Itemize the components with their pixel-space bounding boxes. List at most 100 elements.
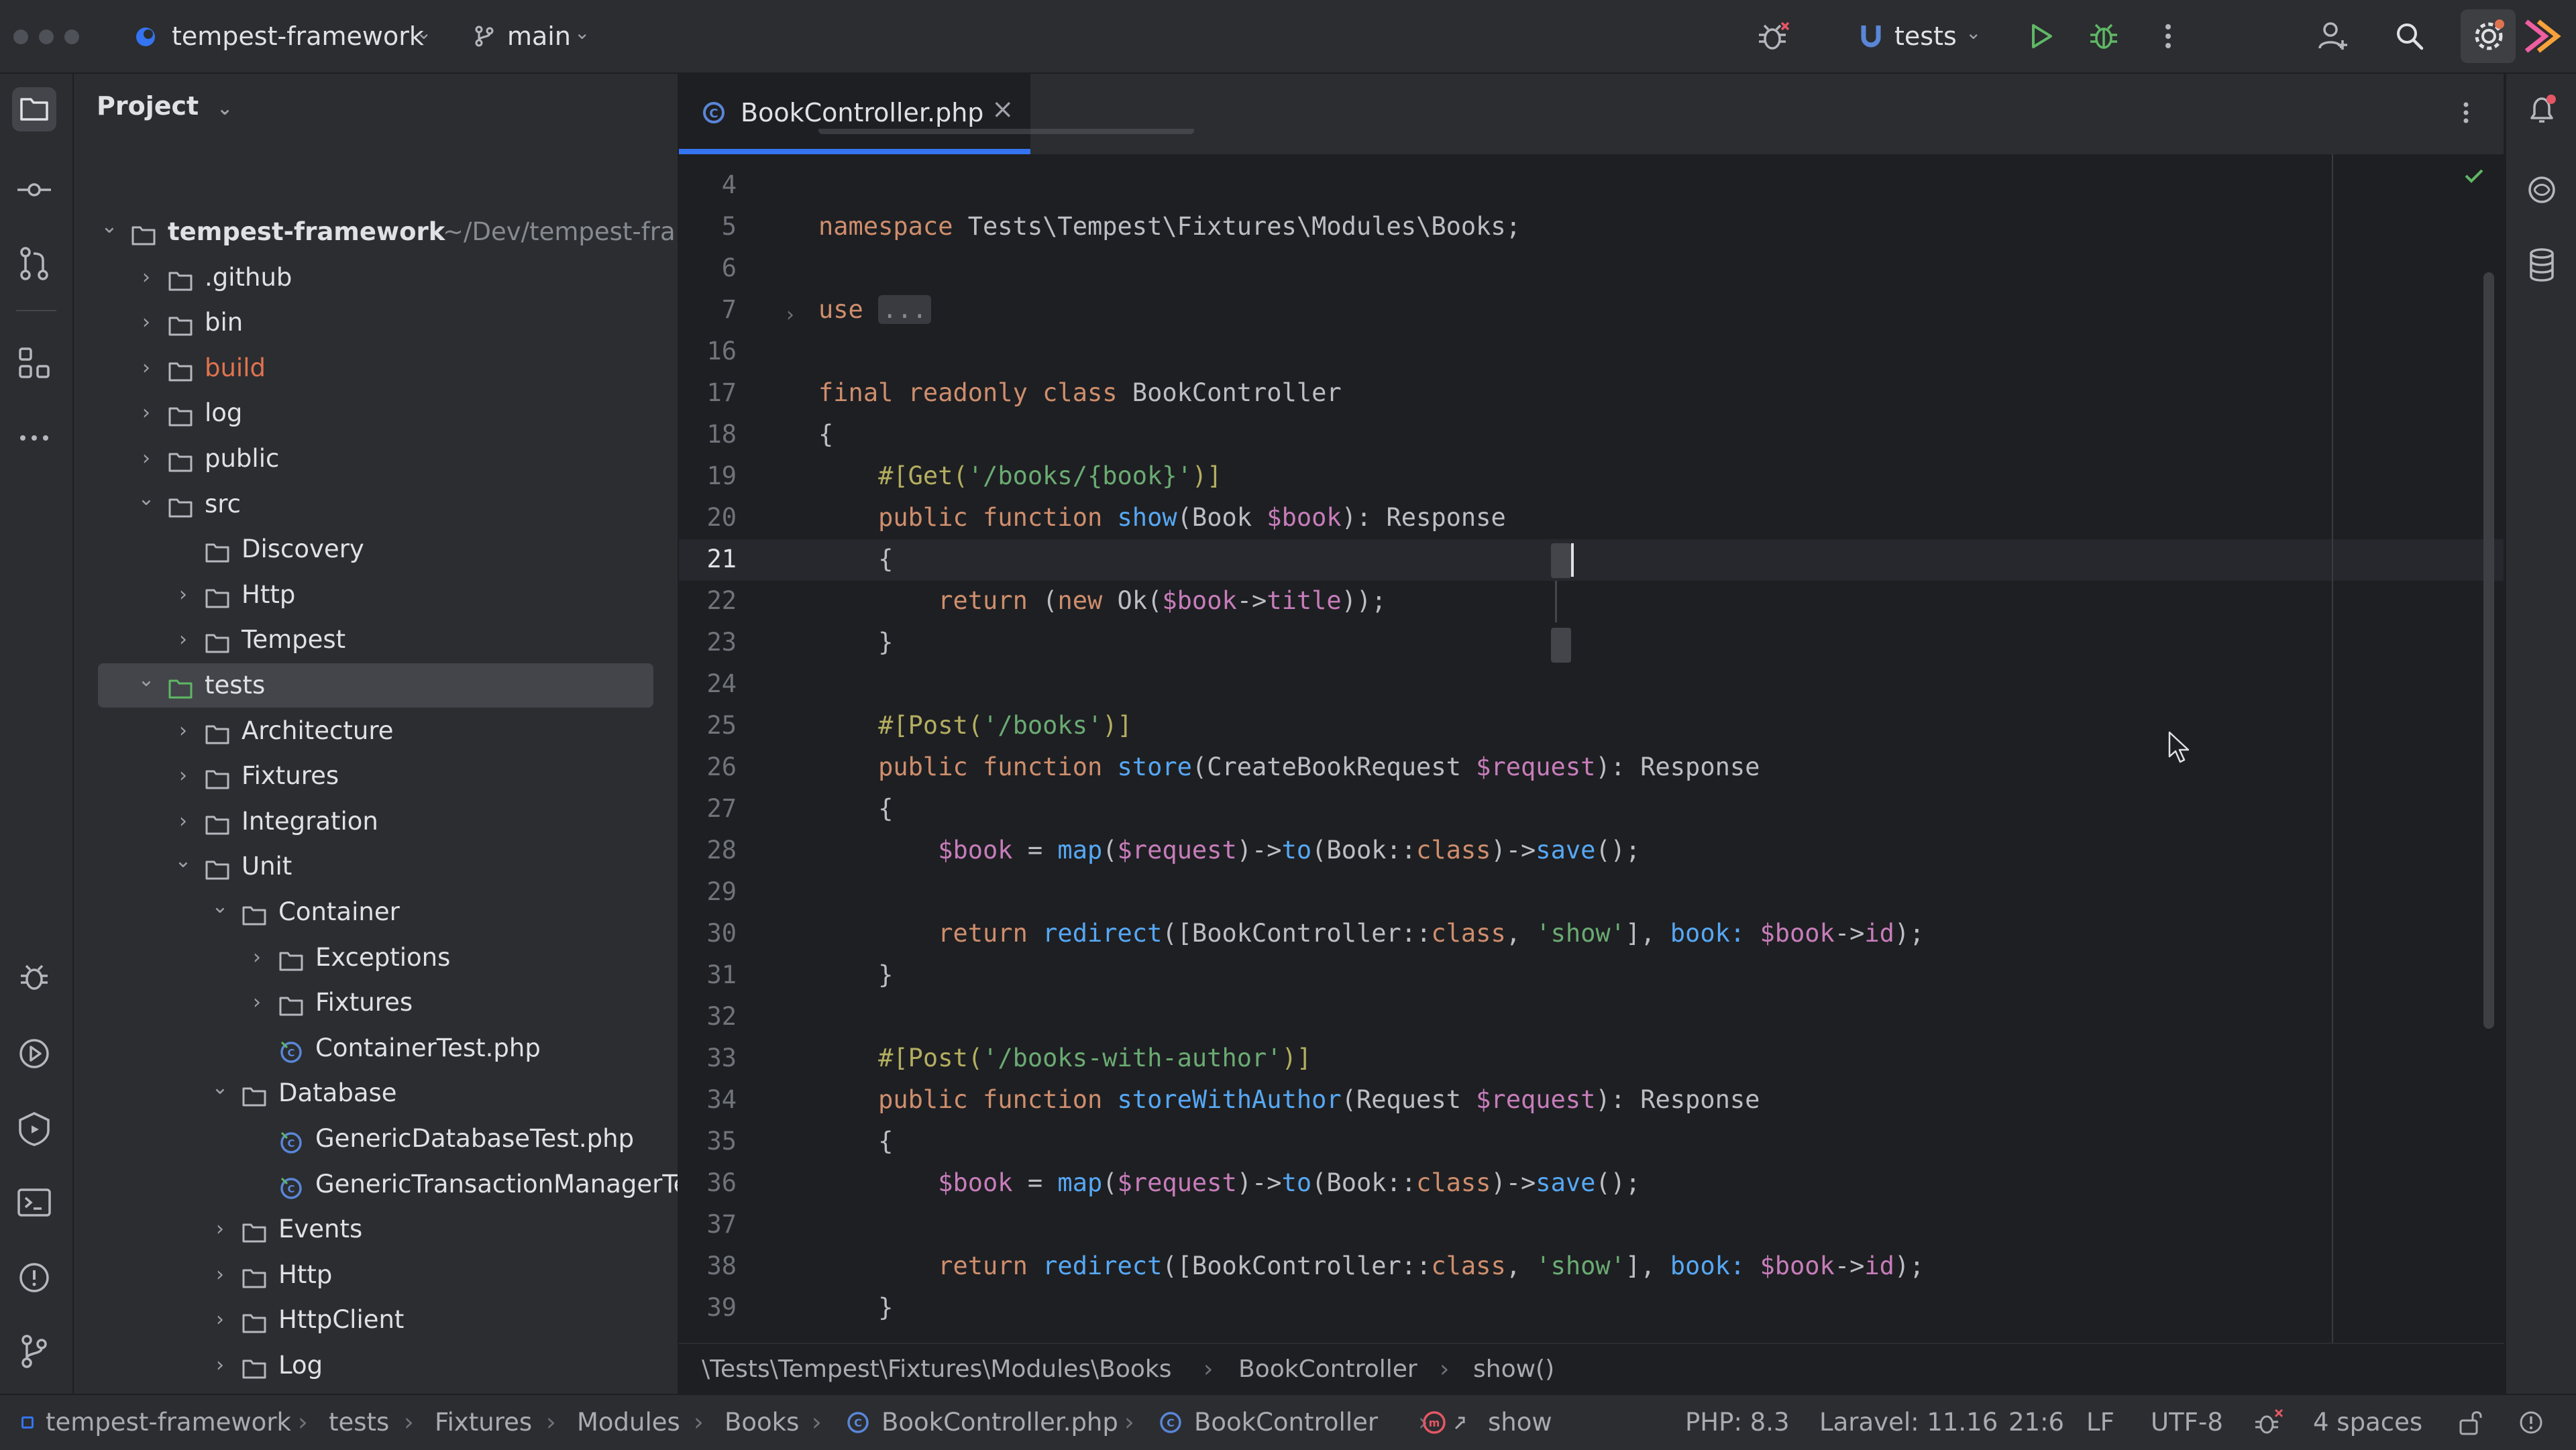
- problems-icon[interactable]: [12, 1256, 56, 1300]
- tree-item[interactable]: ⌄ tests: [74, 663, 678, 708]
- chevron-down-icon[interactable]: ⌄: [209, 890, 231, 934]
- tree-item[interactable]: › HttpClient: [74, 1298, 678, 1342]
- editor-scrollbar[interactable]: [2483, 272, 2494, 1029]
- tree-item[interactable]: ⌄ Unit: [74, 844, 678, 889]
- more-actions-icon[interactable]: [2148, 16, 2188, 56]
- chevron-right-icon[interactable]: ›: [135, 391, 158, 435]
- database-icon[interactable]: [2520, 243, 2564, 287]
- chevron-right-icon[interactable]: ›: [209, 1343, 231, 1388]
- project-switcher[interactable]: tempest-framework ⌄: [131, 16, 440, 56]
- chevron-right-icon[interactable]: ›: [135, 437, 158, 481]
- tree-item[interactable]: ⌄ src: [74, 482, 678, 526]
- close-tab-icon[interactable]: ×: [991, 94, 1014, 125]
- tree-item[interactable]: › log: [74, 391, 678, 435]
- tree-item[interactable]: › Tempest: [74, 618, 678, 662]
- status-path-item[interactable]: tempest-framework: [46, 1395, 291, 1450]
- run-config-selector[interactable]: tests ⌄: [1853, 16, 1994, 56]
- tree-item[interactable]: › Mapper: [74, 1389, 678, 1394]
- chevron-right-icon[interactable]: ›: [209, 1389, 231, 1394]
- laravel-version[interactable]: Laravel: 11.16: [1819, 1395, 1998, 1450]
- file-encoding[interactable]: UTF-8: [2151, 1395, 2223, 1450]
- project-folder-icon[interactable]: [12, 87, 56, 131]
- readonly-lock-icon[interactable]: [2455, 1407, 2486, 1438]
- project-panel-header[interactable]: Project ⌄: [97, 91, 233, 121]
- tree-item[interactable]: ⌄ Database: [74, 1071, 678, 1115]
- tree-item[interactable]: Discovery: [74, 527, 678, 571]
- chevron-right-icon[interactable]: ›: [209, 1207, 231, 1251]
- window-zoom-dot[interactable]: [64, 30, 79, 44]
- tree-item[interactable]: › build: [74, 346, 678, 390]
- breadcrumb-namespace[interactable]: \Tests\Tempest\Fixtures\Modules\Books: [702, 1344, 1172, 1394]
- chevron-right-icon[interactable]: ›: [246, 936, 268, 980]
- run-tool-icon[interactable]: [12, 1031, 56, 1076]
- window-close-dot[interactable]: [13, 30, 28, 44]
- chevron-right-icon[interactable]: ›: [209, 1253, 231, 1297]
- tree-item[interactable]: › Architecture: [74, 709, 678, 753]
- tree-item[interactable]: › public: [74, 437, 678, 481]
- tree-item[interactable]: ⌄ tempest-framework~/Dev/tempest-frame: [74, 210, 678, 254]
- status-path-item[interactable]: BookController: [1194, 1395, 1378, 1450]
- php-version[interactable]: PHP: 8.3: [1685, 1395, 1790, 1450]
- breadcrumb-method[interactable]: show(): [1473, 1344, 1554, 1394]
- chevron-right-icon[interactable]: ›: [172, 573, 195, 617]
- tree-item[interactable]: › Fixtures: [74, 981, 678, 1025]
- chevron-down-icon[interactable]: ⌄: [135, 482, 158, 526]
- caret-position[interactable]: 21:6: [2008, 1395, 2064, 1450]
- search-icon[interactable]: [2390, 16, 2430, 56]
- debug-bug-icon[interactable]: [1754, 16, 1794, 56]
- tree-item[interactable]: › Integration: [74, 799, 678, 844]
- branch-switcher[interactable]: main ⌄: [468, 16, 602, 56]
- chevron-down-icon[interactable]: ⌄: [98, 210, 121, 254]
- notifications-icon[interactable]: [2520, 89, 2564, 133]
- folded-imports[interactable]: ...: [878, 295, 931, 324]
- tree-item[interactable]: › Log: [74, 1343, 678, 1388]
- debug-tool-icon[interactable]: [12, 955, 56, 999]
- tree-item[interactable]: › Exceptions: [74, 936, 678, 980]
- commit-icon[interactable]: [12, 168, 56, 212]
- chevron-down-icon[interactable]: ⌄: [135, 663, 158, 708]
- status-path-item[interactable]: BookController.php: [881, 1395, 1118, 1450]
- chevron-down-icon[interactable]: ⌄: [172, 844, 195, 889]
- breadcrumb-class[interactable]: BookController: [1238, 1344, 1417, 1394]
- status-path-item[interactable]: Fixtures: [435, 1395, 532, 1450]
- tree-item[interactable]: › Events: [74, 1207, 678, 1251]
- tree-item[interactable]: › Fixtures: [74, 754, 678, 798]
- settings-gear-icon[interactable]: [2461, 9, 2516, 63]
- more-tools-icon[interactable]: [12, 416, 56, 460]
- pull-requests-icon[interactable]: [12, 241, 56, 286]
- fold-toggle-icon[interactable]: ›: [786, 303, 794, 327]
- tree-item[interactable]: C GenericDatabaseTest.php: [74, 1117, 678, 1161]
- status-path-item[interactable]: Books: [724, 1395, 799, 1450]
- chevron-right-icon[interactable]: ›: [135, 346, 158, 390]
- git-icon[interactable]: [12, 1329, 56, 1374]
- chevron-down-icon[interactable]: ⌄: [209, 1071, 231, 1115]
- chevron-right-icon[interactable]: ›: [172, 799, 195, 844]
- indent-setting[interactable]: 4 spaces: [2313, 1395, 2422, 1450]
- run-icon[interactable]: [2021, 16, 2061, 56]
- tree-item[interactable]: › Http: [74, 573, 678, 617]
- status-path-item[interactable]: show: [1488, 1395, 1552, 1450]
- tree-item[interactable]: › .github: [74, 256, 678, 300]
- chevron-right-icon[interactable]: ›: [135, 300, 158, 345]
- services-icon[interactable]: [12, 1107, 56, 1151]
- add-user-icon[interactable]: [2313, 16, 2353, 56]
- chevron-right-icon[interactable]: ›: [135, 256, 158, 300]
- ai-chat-icon[interactable]: [2520, 168, 2564, 212]
- line-separator[interactable]: LF: [2086, 1395, 2114, 1450]
- debug-icon[interactable]: [2084, 16, 2124, 56]
- chevron-right-icon[interactable]: ›: [209, 1298, 231, 1342]
- tree-item[interactable]: › Http: [74, 1253, 678, 1297]
- terminal-icon[interactable]: [12, 1180, 56, 1225]
- status-path-item[interactable]: Modules: [577, 1395, 680, 1450]
- ai-assistant-icon[interactable]: [2518, 12, 2567, 60]
- chevron-right-icon[interactable]: ›: [246, 981, 268, 1025]
- problems-status-icon[interactable]: [2516, 1407, 2546, 1438]
- tree-item[interactable]: C ContainerTest.php: [74, 1026, 678, 1070]
- chevron-right-icon[interactable]: ›: [172, 709, 195, 753]
- status-path-item[interactable]: tests: [329, 1395, 389, 1450]
- structure-icon[interactable]: [12, 341, 56, 385]
- tree-item[interactable]: › bin: [74, 300, 678, 345]
- window-minimize-dot[interactable]: [39, 30, 54, 44]
- tree-item[interactable]: ⌄ Container: [74, 890, 678, 934]
- tab-options-icon[interactable]: [2446, 94, 2486, 134]
